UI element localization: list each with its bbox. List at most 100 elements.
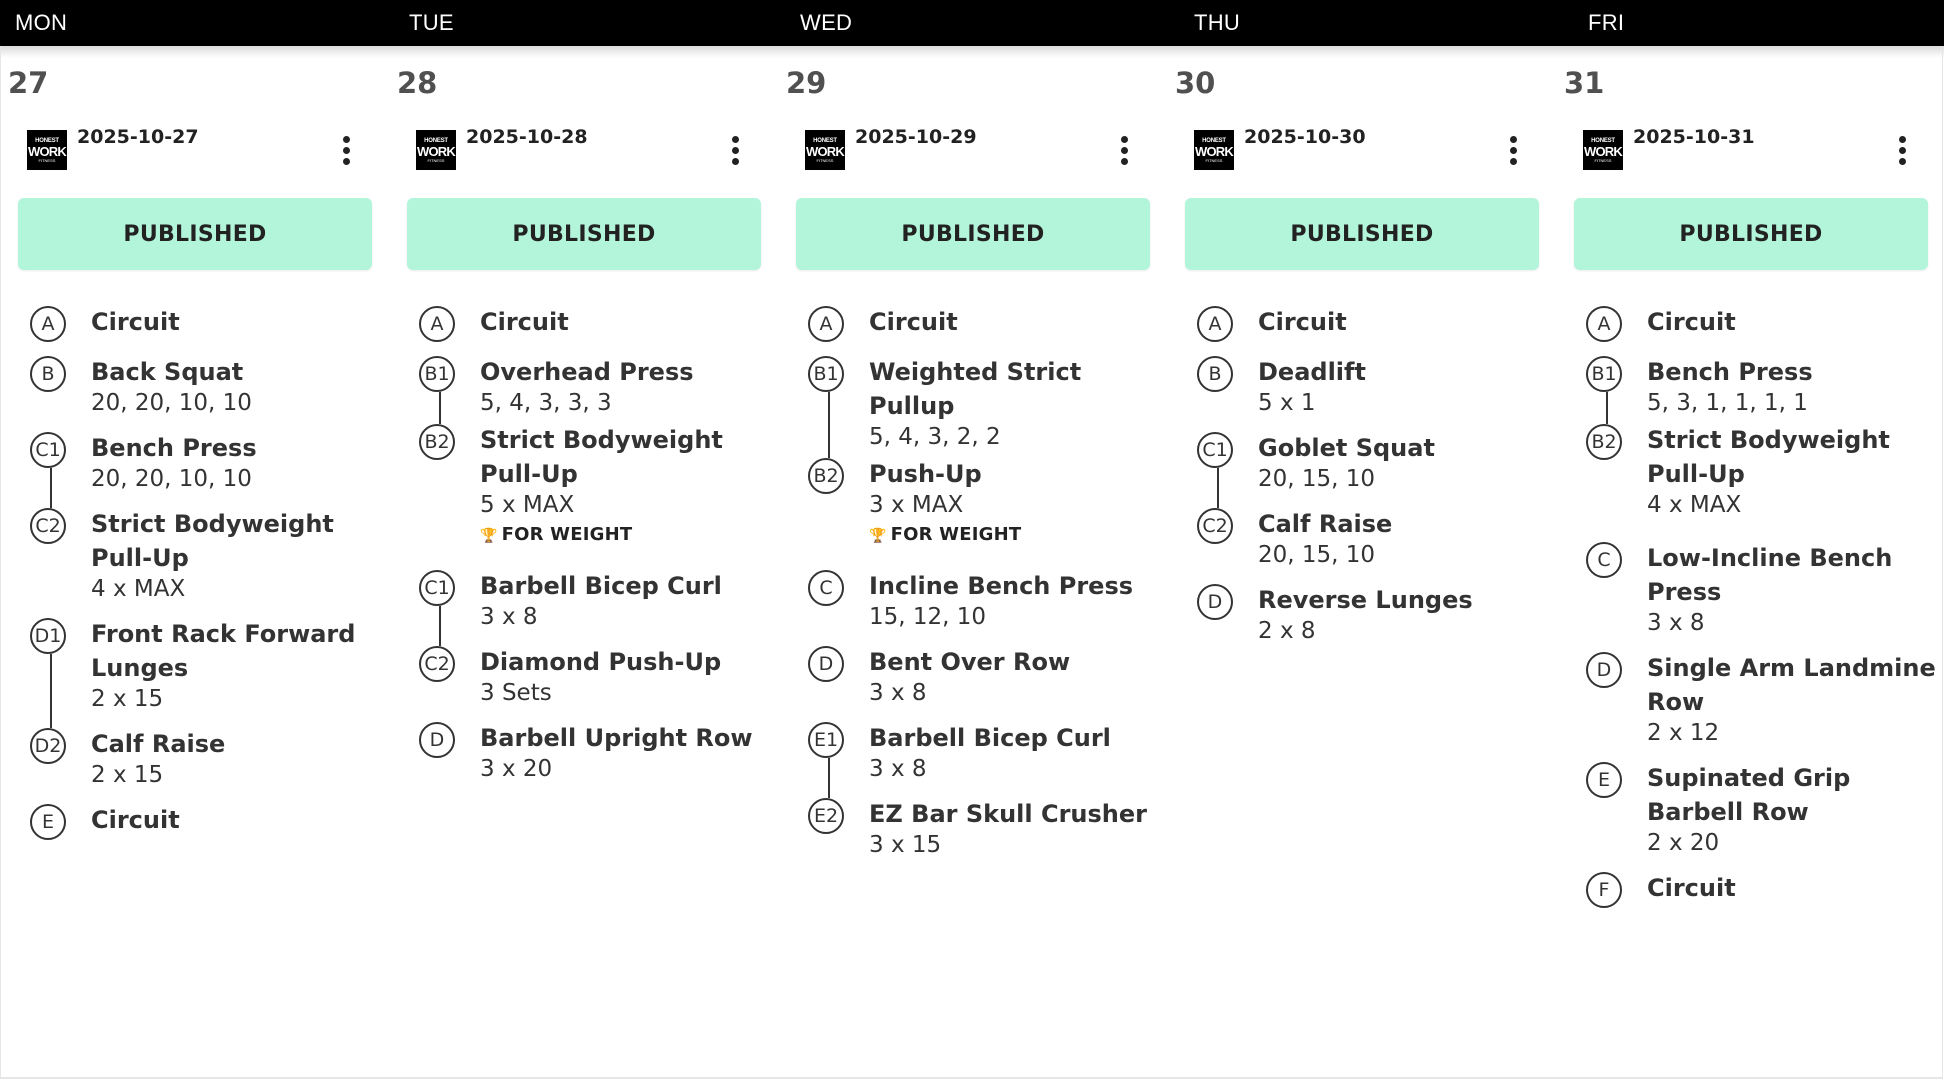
exercise-name[interactable]: Bench Press bbox=[91, 431, 381, 465]
more-dot bbox=[1898, 157, 1906, 165]
exercise-name[interactable]: Calf Raise bbox=[91, 727, 381, 761]
published-status-button[interactable]: PUBLISHED bbox=[18, 198, 372, 270]
exercise-sets: 3 Sets bbox=[480, 680, 552, 706]
exercise-name[interactable]: EZ Bar Skull Crusher bbox=[869, 797, 1159, 831]
more-options-icon[interactable] bbox=[1884, 130, 1920, 170]
more-dot bbox=[342, 146, 350, 154]
exercise-name[interactable]: Calf Raise bbox=[1258, 507, 1548, 541]
exercise-badge: C1 bbox=[30, 432, 66, 468]
exercise-sets: 20, 15, 10 bbox=[1258, 466, 1376, 492]
workout-date: 2025-10-30 bbox=[1244, 126, 1366, 148]
exercise-sets: 3 x 15 bbox=[869, 832, 942, 858]
more-dot bbox=[731, 135, 739, 143]
day-number: 30 bbox=[1175, 66, 1216, 100]
exercise-sets: 2 x 8 bbox=[1258, 618, 1316, 644]
exercise-sets: 5, 3, 1, 1, 1, 1 bbox=[1647, 390, 1808, 416]
exercise-name[interactable]: Weighted Strict Pullup bbox=[869, 355, 1159, 423]
exercise-name[interactable]: Front Rack Forward Lunges bbox=[91, 617, 381, 685]
for-weight-label: FOR WEIGHT bbox=[501, 524, 633, 545]
exercise-name[interactable]: Bench Press bbox=[1647, 355, 1937, 389]
day-number: 28 bbox=[397, 66, 438, 100]
exercise-badge: B2 bbox=[1586, 424, 1622, 460]
exercise-sets: 5, 4, 3, 3, 3 bbox=[480, 390, 612, 416]
more-dot bbox=[731, 146, 739, 154]
more-options-icon[interactable] bbox=[717, 130, 753, 170]
gym-logo: HONEST WORK FITNESS bbox=[416, 130, 456, 170]
for-weight-flag: 🏆 FOR WEIGHT bbox=[480, 524, 632, 545]
exercise-badge: A bbox=[419, 306, 455, 342]
logo-text-main: WORK bbox=[806, 143, 845, 159]
exercise-name[interactable]: Supinated Grip Barbell Row bbox=[1647, 761, 1937, 829]
exercise-sets: 2 x 15 bbox=[91, 762, 164, 788]
exercise-name[interactable]: Deadlift bbox=[1258, 355, 1548, 389]
trophy-icon: 🏆 bbox=[480, 528, 498, 544]
gym-logo: HONEST WORK FITNESS bbox=[1194, 130, 1234, 170]
more-dot bbox=[1898, 135, 1906, 143]
exercise-name[interactable]: Push-Up bbox=[869, 457, 1159, 491]
superset-connector bbox=[439, 606, 441, 646]
more-options-icon[interactable] bbox=[1106, 130, 1142, 170]
exercise-name[interactable]: Diamond Push-Up bbox=[480, 645, 770, 679]
exercise-badge: C1 bbox=[1197, 432, 1233, 468]
exercise-name[interactable]: Circuit bbox=[91, 305, 381, 339]
more-options-icon[interactable] bbox=[1495, 130, 1531, 170]
exercise-name[interactable]: Back Squat bbox=[91, 355, 381, 389]
exercise-name[interactable]: Barbell Upright Row bbox=[480, 721, 770, 755]
exercise-sets: 15, 12, 10 bbox=[869, 604, 987, 630]
more-dot bbox=[1120, 157, 1128, 165]
exercise-name[interactable]: Circuit bbox=[480, 305, 770, 339]
exercise-name[interactable]: Incline Bench Press bbox=[869, 569, 1159, 603]
superset-connector bbox=[828, 392, 830, 458]
published-status-button[interactable]: PUBLISHED bbox=[407, 198, 761, 270]
logo-text-top: HONEST bbox=[813, 137, 837, 144]
exercise-name[interactable]: Goblet Squat bbox=[1258, 431, 1548, 465]
exercise-name[interactable]: Reverse Lunges bbox=[1258, 583, 1548, 617]
published-status-button[interactable]: PUBLISHED bbox=[1574, 198, 1928, 270]
exercise-badge: C bbox=[808, 570, 844, 606]
exercise-name[interactable]: Overhead Press bbox=[480, 355, 770, 389]
exercise-name[interactable]: Bent Over Row bbox=[869, 645, 1159, 679]
day-column-tue: 28 HONEST WORK FITNESS 2025-10-28 PUBLISHED A C… bbox=[389, 46, 778, 1076]
superset-connector bbox=[1606, 392, 1608, 424]
exercise-name[interactable]: Barbell Bicep Curl bbox=[869, 721, 1159, 755]
exercise-badge: E bbox=[1586, 762, 1622, 798]
exercise-badge: E2 bbox=[808, 798, 844, 834]
day-column-thu: 30 HONEST WORK FITNESS 2025-10-30 PUBLISHED A C… bbox=[1167, 46, 1556, 1076]
logo-text-top: HONEST bbox=[1591, 137, 1615, 144]
day-column-fri: 31 HONEST WORK FITNESS 2025-10-31 PUBLISHED A C… bbox=[1556, 46, 1944, 1076]
exercise-badge: C2 bbox=[1197, 508, 1233, 544]
exercise-sets: 3 x MAX bbox=[869, 492, 964, 518]
exercise-name[interactable]: Strict Bodyweight Pull-Up bbox=[480, 423, 770, 491]
exercise-name[interactable]: Circuit bbox=[1647, 871, 1937, 905]
logo-text-top: HONEST bbox=[424, 137, 448, 144]
day-number: 27 bbox=[8, 66, 49, 100]
exercise-badge: A bbox=[30, 306, 66, 342]
exercise-name[interactable]: Strict Bodyweight Pull-Up bbox=[1647, 423, 1937, 491]
exercise-name[interactable]: Low-Incline Bench Press bbox=[1647, 541, 1937, 609]
exercise-name[interactable]: Single Arm Landmine Row bbox=[1647, 651, 1937, 719]
exercise-name[interactable]: Barbell Bicep Curl bbox=[480, 569, 770, 603]
exercise-name[interactable]: Circuit bbox=[1258, 305, 1548, 339]
more-dot bbox=[1509, 157, 1517, 165]
exercise-name[interactable]: Circuit bbox=[91, 803, 381, 837]
day-number: 31 bbox=[1564, 66, 1605, 100]
more-dot bbox=[731, 157, 739, 165]
day-header-fri: FRI bbox=[1588, 10, 1625, 35]
more-options-icon[interactable] bbox=[328, 130, 364, 170]
exercise-name[interactable]: Circuit bbox=[1647, 305, 1937, 339]
published-status-button[interactable]: PUBLISHED bbox=[1185, 198, 1539, 270]
for-weight-flag: 🏆 FOR WEIGHT bbox=[869, 524, 1021, 545]
week-header: MON TUE WED THU FRI bbox=[0, 0, 1944, 46]
exercise-sets: 20, 20, 10, 10 bbox=[91, 390, 252, 416]
logo-text-main: WORK bbox=[28, 143, 67, 159]
day-header-thu: THU bbox=[1194, 10, 1241, 35]
exercise-name[interactable]: Strict Bodyweight Pull-Up bbox=[91, 507, 381, 575]
exercise-badge: D bbox=[1197, 584, 1233, 620]
exercise-sets: 5 x MAX bbox=[480, 492, 575, 518]
superset-connector bbox=[828, 758, 830, 798]
published-status-button[interactable]: PUBLISHED bbox=[796, 198, 1150, 270]
logo-text-bottom: FITNESS bbox=[427, 157, 445, 163]
exercise-badge: E1 bbox=[808, 722, 844, 758]
exercise-name[interactable]: Circuit bbox=[869, 305, 1159, 339]
workout-date: 2025-10-31 bbox=[1633, 126, 1755, 148]
